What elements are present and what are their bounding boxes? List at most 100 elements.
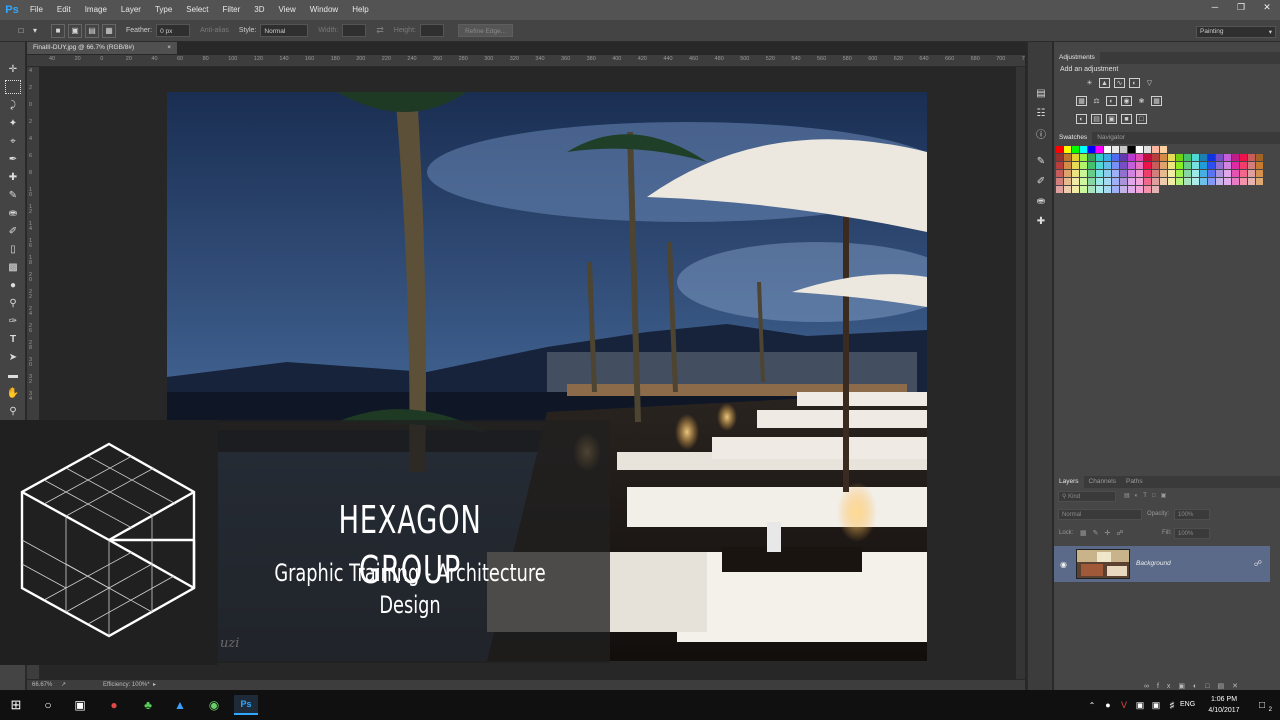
color-swatch[interactable]	[1120, 146, 1127, 153]
search-icon[interactable]: ○	[38, 695, 58, 715]
color-swatch[interactable]	[1208, 178, 1215, 185]
lasso-tool-icon[interactable]: ⤸	[5, 98, 21, 112]
color-swatch[interactable]	[1064, 154, 1071, 161]
menu-image[interactable]: Image	[79, 0, 115, 20]
color-swatch[interactable]	[1120, 170, 1127, 177]
color-swatch[interactable]	[1064, 186, 1071, 193]
color-swatch[interactable]	[1104, 170, 1111, 177]
feather-input[interactable]: 0 px	[156, 24, 191, 37]
dodge-tool-icon[interactable]: ⚲	[5, 296, 21, 310]
color-swatch[interactable]	[1120, 178, 1127, 185]
lock-icons[interactable]: ▦✎✛☍	[1080, 529, 1129, 537]
gradient-map-icon[interactable]: □	[1136, 114, 1147, 124]
color-swatch[interactable]	[1144, 186, 1151, 193]
tab-channels[interactable]: Channels	[1084, 476, 1121, 488]
color-swatch[interactable]	[1136, 178, 1143, 185]
intersect-selection-icon[interactable]: ▦	[102, 23, 116, 38]
healing-brush-tool-icon[interactable]: ✚	[5, 170, 21, 184]
color-swatch[interactable]	[1176, 178, 1183, 185]
color-swatch[interactable]	[1184, 170, 1191, 177]
properties-icon[interactable]: ☷	[1034, 106, 1048, 120]
color-swatch[interactable]	[1176, 154, 1183, 161]
color-swatch[interactable]	[1200, 154, 1207, 161]
photo-filter-icon[interactable]: ◉	[1121, 96, 1132, 106]
color-swatch[interactable]	[1240, 178, 1247, 185]
color-swatch[interactable]	[1088, 154, 1095, 161]
close-icon[interactable]: ✕	[1254, 0, 1280, 14]
color-swatch[interactable]	[1160, 154, 1167, 161]
color-swatch[interactable]	[1064, 146, 1071, 153]
color-swatch[interactable]	[1080, 170, 1087, 177]
color-swatch[interactable]	[1232, 162, 1239, 169]
rectangle-tool-icon[interactable]: ▬	[5, 368, 21, 382]
color-swatch[interactable]	[1160, 178, 1167, 185]
color-swatch[interactable]	[1168, 178, 1175, 185]
color-swatch[interactable]	[1096, 146, 1103, 153]
color-swatch[interactable]	[1208, 154, 1215, 161]
color-swatch[interactable]	[1208, 162, 1215, 169]
chevron-down-icon[interactable]: ▾	[31, 24, 39, 38]
color-swatch[interactable]	[1144, 146, 1151, 153]
color-swatch[interactable]	[1248, 178, 1255, 185]
type-tool-icon[interactable]: T	[5, 332, 21, 346]
color-swatch[interactable]	[1256, 170, 1263, 177]
color-swatch[interactable]	[1056, 146, 1063, 153]
color-swatch[interactable]	[1104, 154, 1111, 161]
levels-icon[interactable]: ▲	[1099, 78, 1110, 88]
menu-3d[interactable]: 3D	[248, 0, 272, 20]
color-swatch[interactable]	[1248, 154, 1255, 161]
brush-panel-icon[interactable]: ✐	[1034, 174, 1048, 188]
color-swatch[interactable]	[1152, 178, 1159, 185]
export-icon[interactable]: ↗	[61, 680, 66, 690]
color-swatch[interactable]	[1080, 162, 1087, 169]
menu-view[interactable]: View	[273, 0, 304, 20]
hue-saturation-icon[interactable]: ▦	[1076, 96, 1087, 106]
clone-stamp-tool-icon[interactable]: ⛂	[5, 206, 21, 220]
history-icon[interactable]: ▤	[1034, 86, 1048, 100]
color-swatch[interactable]	[1096, 170, 1103, 177]
threshold-icon[interactable]: ▣	[1106, 114, 1117, 124]
color-swatch[interactable]	[1160, 162, 1167, 169]
color-swatch[interactable]	[1112, 170, 1119, 177]
color-swatch[interactable]	[1112, 154, 1119, 161]
color-swatch[interactable]	[1096, 154, 1103, 161]
color-swatch[interactable]	[1096, 162, 1103, 169]
menu-file[interactable]: File	[24, 0, 51, 20]
color-swatch[interactable]	[1192, 162, 1199, 169]
add-to-selection-icon[interactable]: ▣	[68, 23, 82, 38]
menu-select[interactable]: Select	[180, 0, 216, 20]
color-swatch[interactable]	[1096, 178, 1103, 185]
color-swatch[interactable]	[1112, 162, 1119, 169]
lock-icon[interactable]: ☍	[1254, 559, 1262, 568]
color-swatch[interactable]	[1064, 170, 1071, 177]
color-swatch[interactable]	[1120, 154, 1127, 161]
color-swatch[interactable]	[1184, 154, 1191, 161]
color-lookup-icon[interactable]: ▦	[1151, 96, 1162, 106]
marquee-tool-icon[interactable]	[5, 80, 21, 94]
layer-filter-icons[interactable]: ▤◐T□▣	[1124, 492, 1171, 499]
color-swatch[interactable]	[1096, 186, 1103, 193]
layer-actions[interactable]: ∞fx▣◐□▤✕	[1144, 682, 1246, 690]
color-swatch[interactable]	[1152, 170, 1159, 177]
color-swatch[interactable]	[1200, 178, 1207, 185]
crop-tool-icon[interactable]: ⌖	[5, 134, 21, 148]
windows-start-icon[interactable]: ⊞	[6, 695, 26, 715]
color-swatch[interactable]	[1080, 178, 1087, 185]
color-swatch[interactable]	[1136, 154, 1143, 161]
opacity-input[interactable]: 100%	[1174, 509, 1210, 520]
quick-selection-tool-icon[interactable]: ✦	[5, 116, 21, 130]
hand-tool-icon[interactable]: ✋	[5, 386, 21, 400]
color-swatch[interactable]	[1192, 154, 1199, 161]
color-swatch[interactable]	[1128, 146, 1135, 153]
color-swatch[interactable]	[1072, 146, 1079, 153]
color-swatch[interactable]	[1240, 154, 1247, 161]
color-swatch[interactable]	[1088, 162, 1095, 169]
color-swatch[interactable]	[1104, 162, 1111, 169]
color-swatch[interactable]	[1136, 186, 1143, 193]
color-swatch[interactable]	[1088, 146, 1095, 153]
color-swatch[interactable]	[1056, 186, 1063, 193]
color-swatch[interactable]	[1256, 154, 1263, 161]
path-selection-tool-icon[interactable]: ➤	[5, 350, 21, 364]
color-swatch[interactable]	[1160, 146, 1167, 153]
color-swatch[interactable]	[1184, 162, 1191, 169]
